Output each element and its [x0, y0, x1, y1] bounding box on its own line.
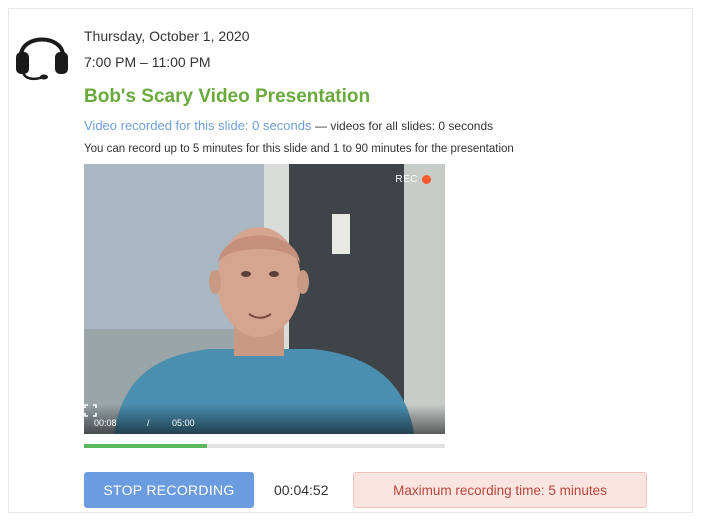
presentation-title: Bob's Scary Video Presentation: [84, 86, 371, 107]
slide-recorded-value: 0 seconds: [252, 118, 312, 133]
total-duration: 05:00: [172, 418, 195, 428]
rec-indicator: REC: [395, 174, 431, 185]
recording-progress: [84, 444, 445, 448]
stop-recording-button[interactable]: STOP RECORDING: [84, 472, 254, 508]
video-preview[interactable]: REC 00:08 / 05:00: [84, 164, 445, 434]
event-date: Thursday, October 1, 2020: [84, 28, 250, 44]
recording-progress-fill: [84, 444, 207, 448]
max-recording-notice: Maximum recording time: 5 minutes: [353, 472, 647, 508]
fullscreen-icon[interactable]: [84, 404, 97, 417]
time-separator: /: [147, 418, 150, 428]
recording-status: Video recorded for this slide: 0 seconds…: [84, 118, 493, 133]
video-controls: 00:08 / 05:00: [84, 404, 445, 434]
recording-limits: You can record up to 5 minutes for this …: [84, 143, 514, 155]
rec-dot: [422, 175, 431, 184]
slide-recorded-label: Video recorded for this slide:: [84, 118, 249, 133]
rec-label: REC: [395, 174, 418, 185]
headset-icon: [16, 37, 68, 81]
current-time: 00:08: [94, 418, 117, 428]
webcam-frame: [84, 164, 445, 434]
all-slides-recorded: — videos for all slides: 0 seconds: [315, 119, 494, 133]
event-time: 7:00 PM – 11:00 PM: [84, 54, 211, 70]
remaining-timer: 00:04:52: [274, 482, 329, 498]
